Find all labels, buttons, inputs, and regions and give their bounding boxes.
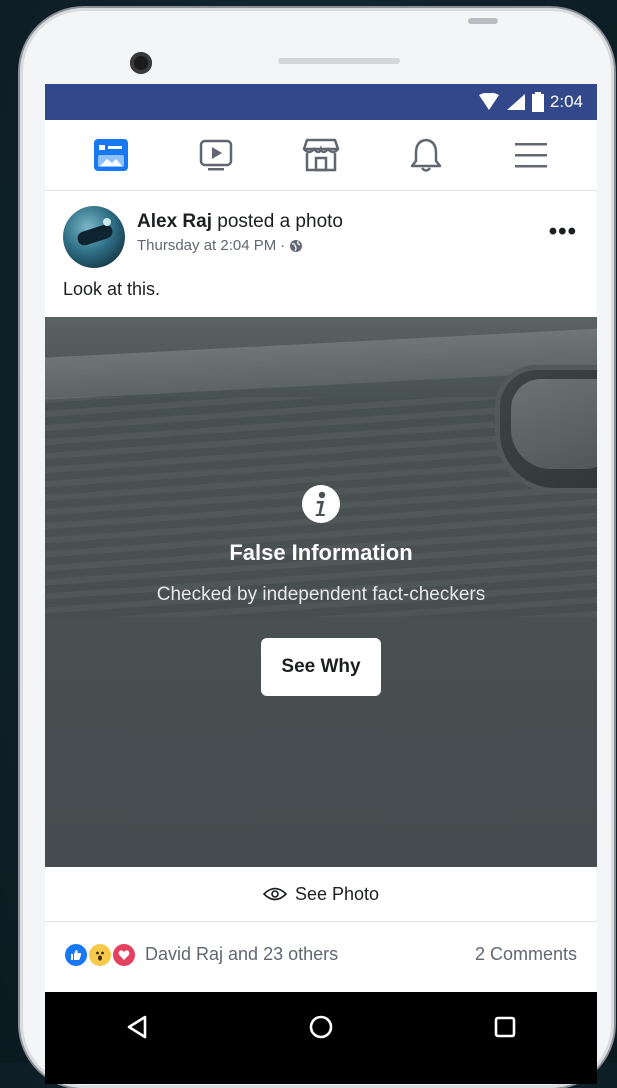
back-icon[interactable]: [124, 1014, 150, 1040]
watch-video-icon: [199, 139, 233, 171]
wow-reaction-icon: [87, 942, 113, 968]
see-why-button[interactable]: See Why: [261, 638, 381, 696]
comments-count[interactable]: 2 Comments: [475, 944, 577, 965]
android-nav-bar: [45, 992, 597, 1084]
more-options-button[interactable]: •••: [549, 220, 577, 244]
post-action: posted a photo: [217, 211, 343, 232]
hamburger-menu-icon: [514, 143, 547, 168]
phone-speaker: [278, 58, 400, 64]
tab-menu[interactable]: [509, 133, 553, 177]
reactions-bar: David Raj and 23 others 2 Comments: [45, 922, 597, 986]
marketplace-store-icon: [302, 138, 340, 172]
fact-check-title: False Information: [229, 540, 413, 565]
see-photo-label: See Photo: [294, 883, 380, 904]
home-icon[interactable]: [308, 1014, 334, 1040]
bell-icon: [410, 138, 442, 172]
status-icons: 2:04: [478, 92, 583, 112]
status-bar: 2:04: [45, 84, 597, 120]
reaction-icons[interactable]: [63, 942, 137, 968]
see-photo-button[interactable]: See Photo: [45, 867, 597, 922]
info-icon: [302, 485, 340, 523]
eye-icon: [262, 887, 287, 901]
top-nav-bar: [45, 120, 597, 191]
post-photo-blurred[interactable]: False Information Checked by independent…: [45, 317, 597, 867]
tab-news-feed[interactable]: [89, 133, 133, 177]
post-author-line: Alex Raj posted a photo: [137, 211, 343, 233]
author-name[interactable]: Alex Raj: [137, 211, 212, 232]
tab-notifications[interactable]: [404, 133, 448, 177]
battery-icon: [531, 92, 544, 112]
avatar[interactable]: [63, 206, 125, 268]
post-timestamp[interactable]: Thursday at 2:04 PM: [137, 237, 276, 254]
phone-side-button: [468, 18, 498, 24]
signal-icon: [506, 94, 525, 110]
news-feed-icon: [94, 139, 129, 171]
wifi-icon: [478, 93, 499, 110]
like-reaction-icon: [63, 942, 89, 968]
tab-watch[interactable]: [194, 133, 238, 177]
post-header: Alex Raj posted a photo Thursday at 2:04…: [45, 191, 597, 275]
globe-icon: [290, 239, 303, 252]
reactions-summary[interactable]: David Raj and 23 others: [145, 944, 338, 965]
tab-marketplace[interactable]: [299, 133, 343, 177]
fact-check-panel: False Information Checked by independent…: [45, 483, 597, 696]
post-text: Look at this.: [63, 279, 161, 299]
post-meta: Thursday at 2:04 PM ·: [137, 237, 303, 254]
meta-separator: ·: [280, 237, 286, 254]
recents-icon[interactable]: [492, 1014, 518, 1040]
fact-check-subtitle: Checked by independent fact-checkers: [156, 584, 486, 605]
status-time: 2:04: [549, 92, 583, 111]
love-reaction-icon: [111, 942, 137, 968]
front-camera: [130, 52, 152, 74]
phone-screen: 2:04 Alex Raj posted a photo Thursday at…: [45, 84, 597, 1084]
